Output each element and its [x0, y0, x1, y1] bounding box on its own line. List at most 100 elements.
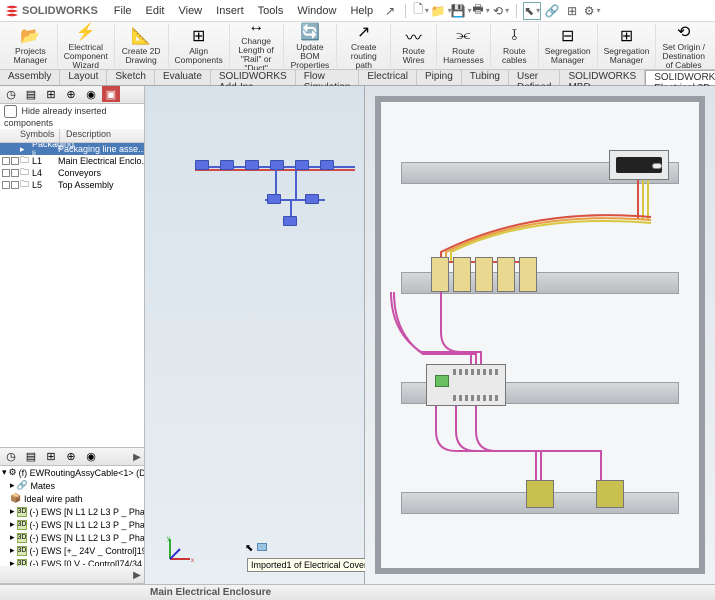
menu-window[interactable]: Window [291, 3, 342, 19]
panel-tab-5[interactable]: ◉ [82, 86, 100, 102]
status-text: Main Electrical Enclosure [150, 587, 271, 598]
feature-tree-node[interactable]: ▸ 3D(-) EWS [N L1 L2 L3 P _ Phase 1]12 [0, 505, 144, 518]
plc-module [426, 364, 506, 406]
menu-insert[interactable]: Insert [210, 3, 250, 19]
panel-tab-1[interactable]: ◷ [2, 86, 20, 102]
ribbon-segregation-2[interactable]: ⊞Segregation Manager [598, 24, 657, 67]
origin-icon: ⟲ [674, 22, 694, 42]
breaker [519, 257, 537, 292]
grid-icon[interactable]: ⊞ [563, 2, 581, 20]
schematic-view[interactable]: xy ⬉ Imported1 of Electrical Cover(Defau… [145, 86, 365, 584]
tab-mbd[interactable]: SOLIDWORKS MBD [560, 70, 645, 85]
feature-tree-node[interactable]: ▸ 3D(-) EWS [+_ 24V _ Control]19 [0, 544, 144, 557]
3d-icon: 3D [17, 546, 28, 556]
tab-flow[interactable]: Flow Simulation [296, 70, 360, 85]
ribbon-align[interactable]: ⊞Align Components [169, 24, 230, 67]
feature-manager-panel: ◷ ▤ ⊞ ⊕ ◉ ▣ Hide already inserted compon… [0, 86, 145, 584]
terminal-block [526, 480, 554, 508]
header-symbols: Symbols [0, 129, 60, 142]
panel2-tab-1[interactable]: ◷ [2, 448, 20, 464]
cabinet-view[interactable] [365, 86, 715, 584]
feature-tree-body[interactable]: ▾ ⚙(f) EWRoutingAssyCable<1> (Defa ▸ 🔗Ma… [0, 466, 144, 566]
tab-sketch[interactable]: Sketch [107, 70, 155, 85]
ribbon-projects-manager[interactable]: 📂Projects Manager [4, 24, 58, 67]
length-icon: ↔ [246, 18, 266, 36]
ribbon-update-bom[interactable]: 🔄Update BOM Properties [284, 24, 338, 67]
harness-icon: ⫘ [453, 26, 473, 46]
menu-edit[interactable]: Edit [140, 3, 171, 19]
panel-scroll-right-2[interactable]: ▶ [132, 566, 142, 584]
electrical-cabinet [375, 96, 705, 574]
ribbon-route-cables[interactable]: ⫱Route cables [491, 24, 539, 67]
menu-bar: SOLIDWORKS File Edit View Insert Tools W… [0, 0, 715, 22]
cable-bundle-1 [381, 202, 699, 282]
print-icon[interactable]: 🖶 [472, 2, 490, 20]
command-tabs: Assembly Layout Sketch Evaluate SOLIDWOR… [0, 70, 715, 86]
tab-layout[interactable]: Layout [60, 70, 107, 85]
tab-udr[interactable]: User Defined Route [509, 70, 560, 85]
save-icon[interactable]: 💾 [452, 2, 470, 20]
menu-tools[interactable]: Tools [252, 3, 290, 19]
coordinate-triad[interactable]: xy [165, 534, 195, 564]
panel2-tab-5[interactable]: ◉ [82, 448, 100, 464]
box-icon: 📦 [10, 494, 22, 504]
3d-icon: 3D [17, 520, 28, 530]
assembly-icon: ⚙ [9, 468, 17, 478]
ribbon-set-origin[interactable]: ⟲Set Origin / Destination of Cables [656, 24, 711, 67]
breaker [453, 257, 471, 292]
tab-tubing[interactable]: Tubing [462, 70, 509, 85]
select-icon[interactable]: ⬉ [523, 2, 541, 20]
panel2-tab-3[interactable]: ⊞ [42, 448, 60, 464]
tab-electrical-3d[interactable]: SOLIDWORKS Electrical 3D [645, 70, 715, 85]
svg-text:x: x [191, 558, 194, 564]
rebuild-icon[interactable]: ⟲ [492, 2, 510, 20]
tab-addins[interactable]: SOLIDWORKS Add-Ins [211, 70, 296, 85]
ribbon-route-wires[interactable]: 〰Route Wires [391, 24, 437, 67]
breaker [431, 257, 449, 292]
help-arrow-icon[interactable]: ↗ [381, 2, 399, 20]
menu-help[interactable]: Help [344, 3, 379, 19]
feature-tree-root[interactable]: ▾ ⚙(f) EWRoutingAssyCable<1> (Defa [0, 466, 144, 479]
ribbon-electrical-wizard[interactable]: ⚡Electrical Component Wizard [58, 24, 115, 67]
tab-evaluate[interactable]: Evaluate [155, 70, 211, 85]
feature-tree-node[interactable]: 📦Ideal wire path [0, 492, 144, 505]
tab-piping[interactable]: Piping [417, 70, 462, 85]
menu-view[interactable]: View [172, 3, 208, 19]
component-tree[interactable]: ▸ Packaging li... Packaging line asse...… [0, 143, 144, 447]
panel2-tab-2[interactable]: ▤ [22, 448, 40, 464]
panel-tab-2[interactable]: ▤ [22, 86, 40, 102]
ribbon-change-length[interactable]: ↔Change Length of "Rail" or "Duct" [230, 24, 284, 67]
tab-assembly[interactable]: Assembly [0, 70, 60, 85]
panel-tab-4[interactable]: ⊕ [62, 86, 80, 102]
tree-row[interactable]: 🗀 L5 Top Assembly [0, 179, 144, 191]
panel-tab-electrical[interactable]: ▣ [102, 86, 120, 102]
panel-tab-3[interactable]: ⊞ [42, 86, 60, 102]
cursor-indicator: ⬉ [245, 543, 267, 554]
breaker [497, 257, 515, 292]
path-icon: ↗ [354, 22, 374, 42]
ribbon-segregation-1[interactable]: ⊟Segregation Manager [539, 24, 598, 67]
ribbon-route-harnesses[interactable]: ⫘Route Harnesses [437, 24, 491, 67]
menu-file[interactable]: File [108, 3, 138, 19]
3d-icon: 3D [17, 507, 28, 517]
open-doc-icon[interactable]: 📁 [432, 2, 450, 20]
graphics-viewport[interactable]: xy ⬉ Imported1 of Electrical Cover(Defau… [145, 86, 715, 584]
hide-inserted-checkbox[interactable]: Hide already inserted components [0, 104, 144, 129]
refresh-icon: 🔄 [300, 22, 320, 42]
segregation2-icon: ⊞ [617, 26, 637, 46]
feature-tree-node[interactable]: ▸ 3D(-) EWS [N L1 L2 L3 P _ Phase 3]14 [0, 531, 144, 544]
feature-tree-node[interactable]: ▸ 3D(-) EWS [0 V - Control]74/34 [0, 557, 144, 566]
link-icon[interactable]: 🔗 [543, 2, 561, 20]
feature-tree-node[interactable]: ▸ 🔗Mates [0, 479, 144, 492]
3d-icon: 3D [17, 559, 28, 567]
panel-scroll-right[interactable]: ▶ [132, 448, 142, 466]
feature-tree-node[interactable]: ▸ 3D(-) EWS [N L1 L2 L3 P _ Phase 2]13 [0, 518, 144, 531]
tree-header: Symbols Description [0, 129, 144, 143]
new-doc-icon[interactable]: 🗋 [412, 2, 430, 20]
tab-electrical[interactable]: Electrical [359, 70, 417, 85]
ribbon-create-2d[interactable]: 📐Create 2D Drawing [115, 24, 169, 67]
options-icon[interactable]: ⚙ [583, 2, 601, 20]
main-switch [609, 150, 669, 180]
panel2-tab-4[interactable]: ⊕ [62, 448, 80, 464]
ribbon-routing-path[interactable]: ↗Create routing path [337, 24, 391, 67]
